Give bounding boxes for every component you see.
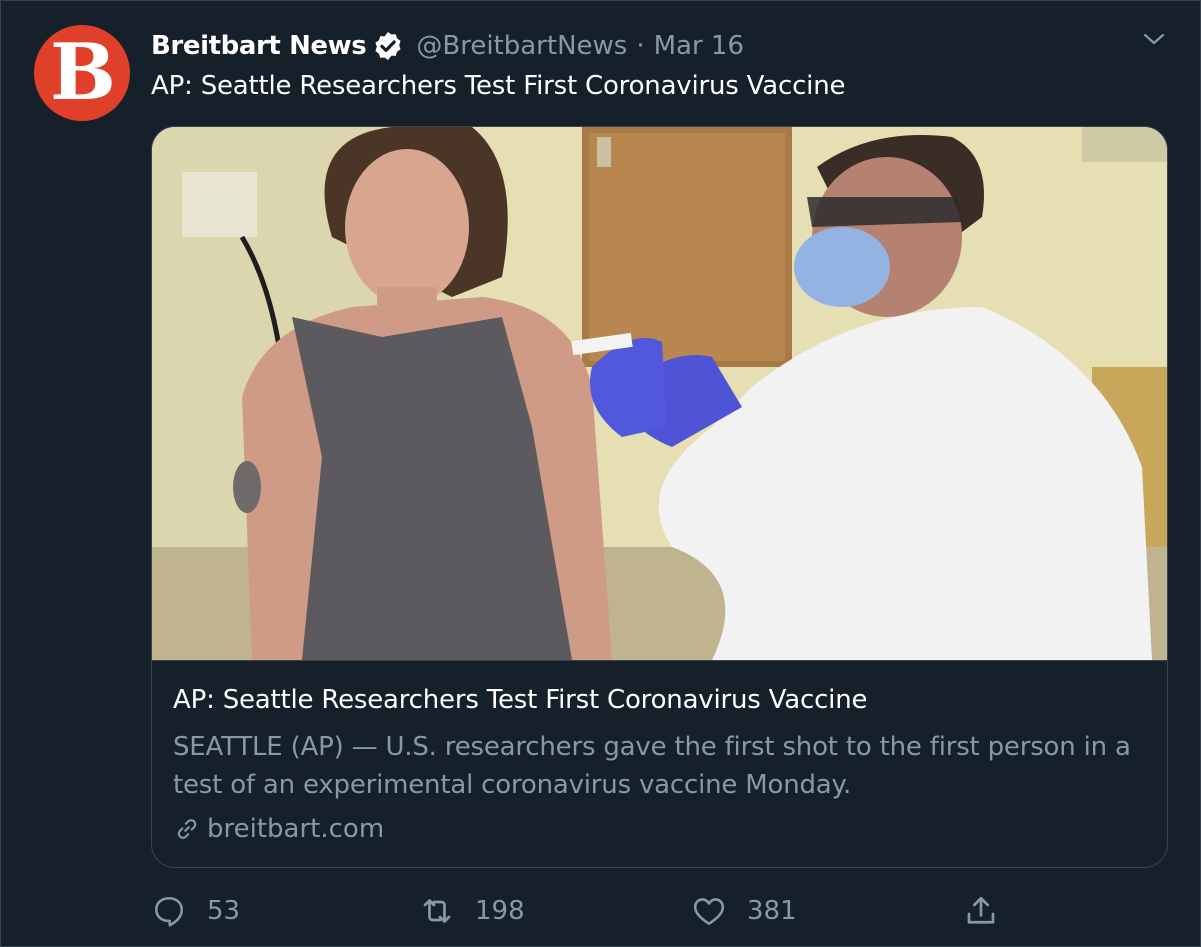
chevron-down-icon[interactable] xyxy=(1142,27,1166,51)
tweet[interactable]: B Breitbart News @BreitbartNews · Mar 16… xyxy=(0,0,1201,947)
card-title: AP: Seattle Researchers Test First Coron… xyxy=(173,685,868,715)
card-domain-text: breitbart.com xyxy=(207,814,385,844)
card-domain[interactable]: breitbart.com xyxy=(173,811,384,847)
author-handle[interactable]: @BreitbartNews xyxy=(416,31,627,61)
author-name[interactable]: Breitbart News xyxy=(151,31,367,61)
link-icon xyxy=(177,819,197,839)
tweet-text: AP: Seattle Researchers Test First Coron… xyxy=(151,71,846,101)
verified-badge-icon xyxy=(375,32,401,60)
vaccine-photo xyxy=(152,127,1167,660)
retweet-count: 198 xyxy=(475,896,525,926)
share-button[interactable] xyxy=(963,889,999,933)
reply-count: 53 xyxy=(207,896,241,926)
tweet-date[interactable]: Mar 16 xyxy=(654,31,744,61)
share-icon xyxy=(967,896,995,924)
tweet-actions: 53 198 381 xyxy=(151,889,1051,933)
avatar[interactable]: B xyxy=(34,25,130,121)
retweet-icon xyxy=(423,899,451,923)
reply-icon xyxy=(154,896,184,927)
header-separator: · xyxy=(636,31,645,61)
link-card[interactable]: AP: Seattle Researchers Test First Coron… xyxy=(151,126,1168,868)
reply-button[interactable]: 53 xyxy=(151,889,240,933)
retweet-button[interactable]: 198 xyxy=(419,889,525,933)
card-description: SEATTLE (AP) — U.S. researchers gave the… xyxy=(173,732,1131,800)
card-image[interactable] xyxy=(152,127,1167,661)
like-count: 381 xyxy=(747,896,797,926)
heart-icon xyxy=(693,898,725,926)
tweet-header: Breitbart News @BreitbartNews · Mar 16 xyxy=(151,29,744,63)
avatar-logo: B xyxy=(50,27,116,118)
like-button[interactable]: 381 xyxy=(691,889,797,933)
